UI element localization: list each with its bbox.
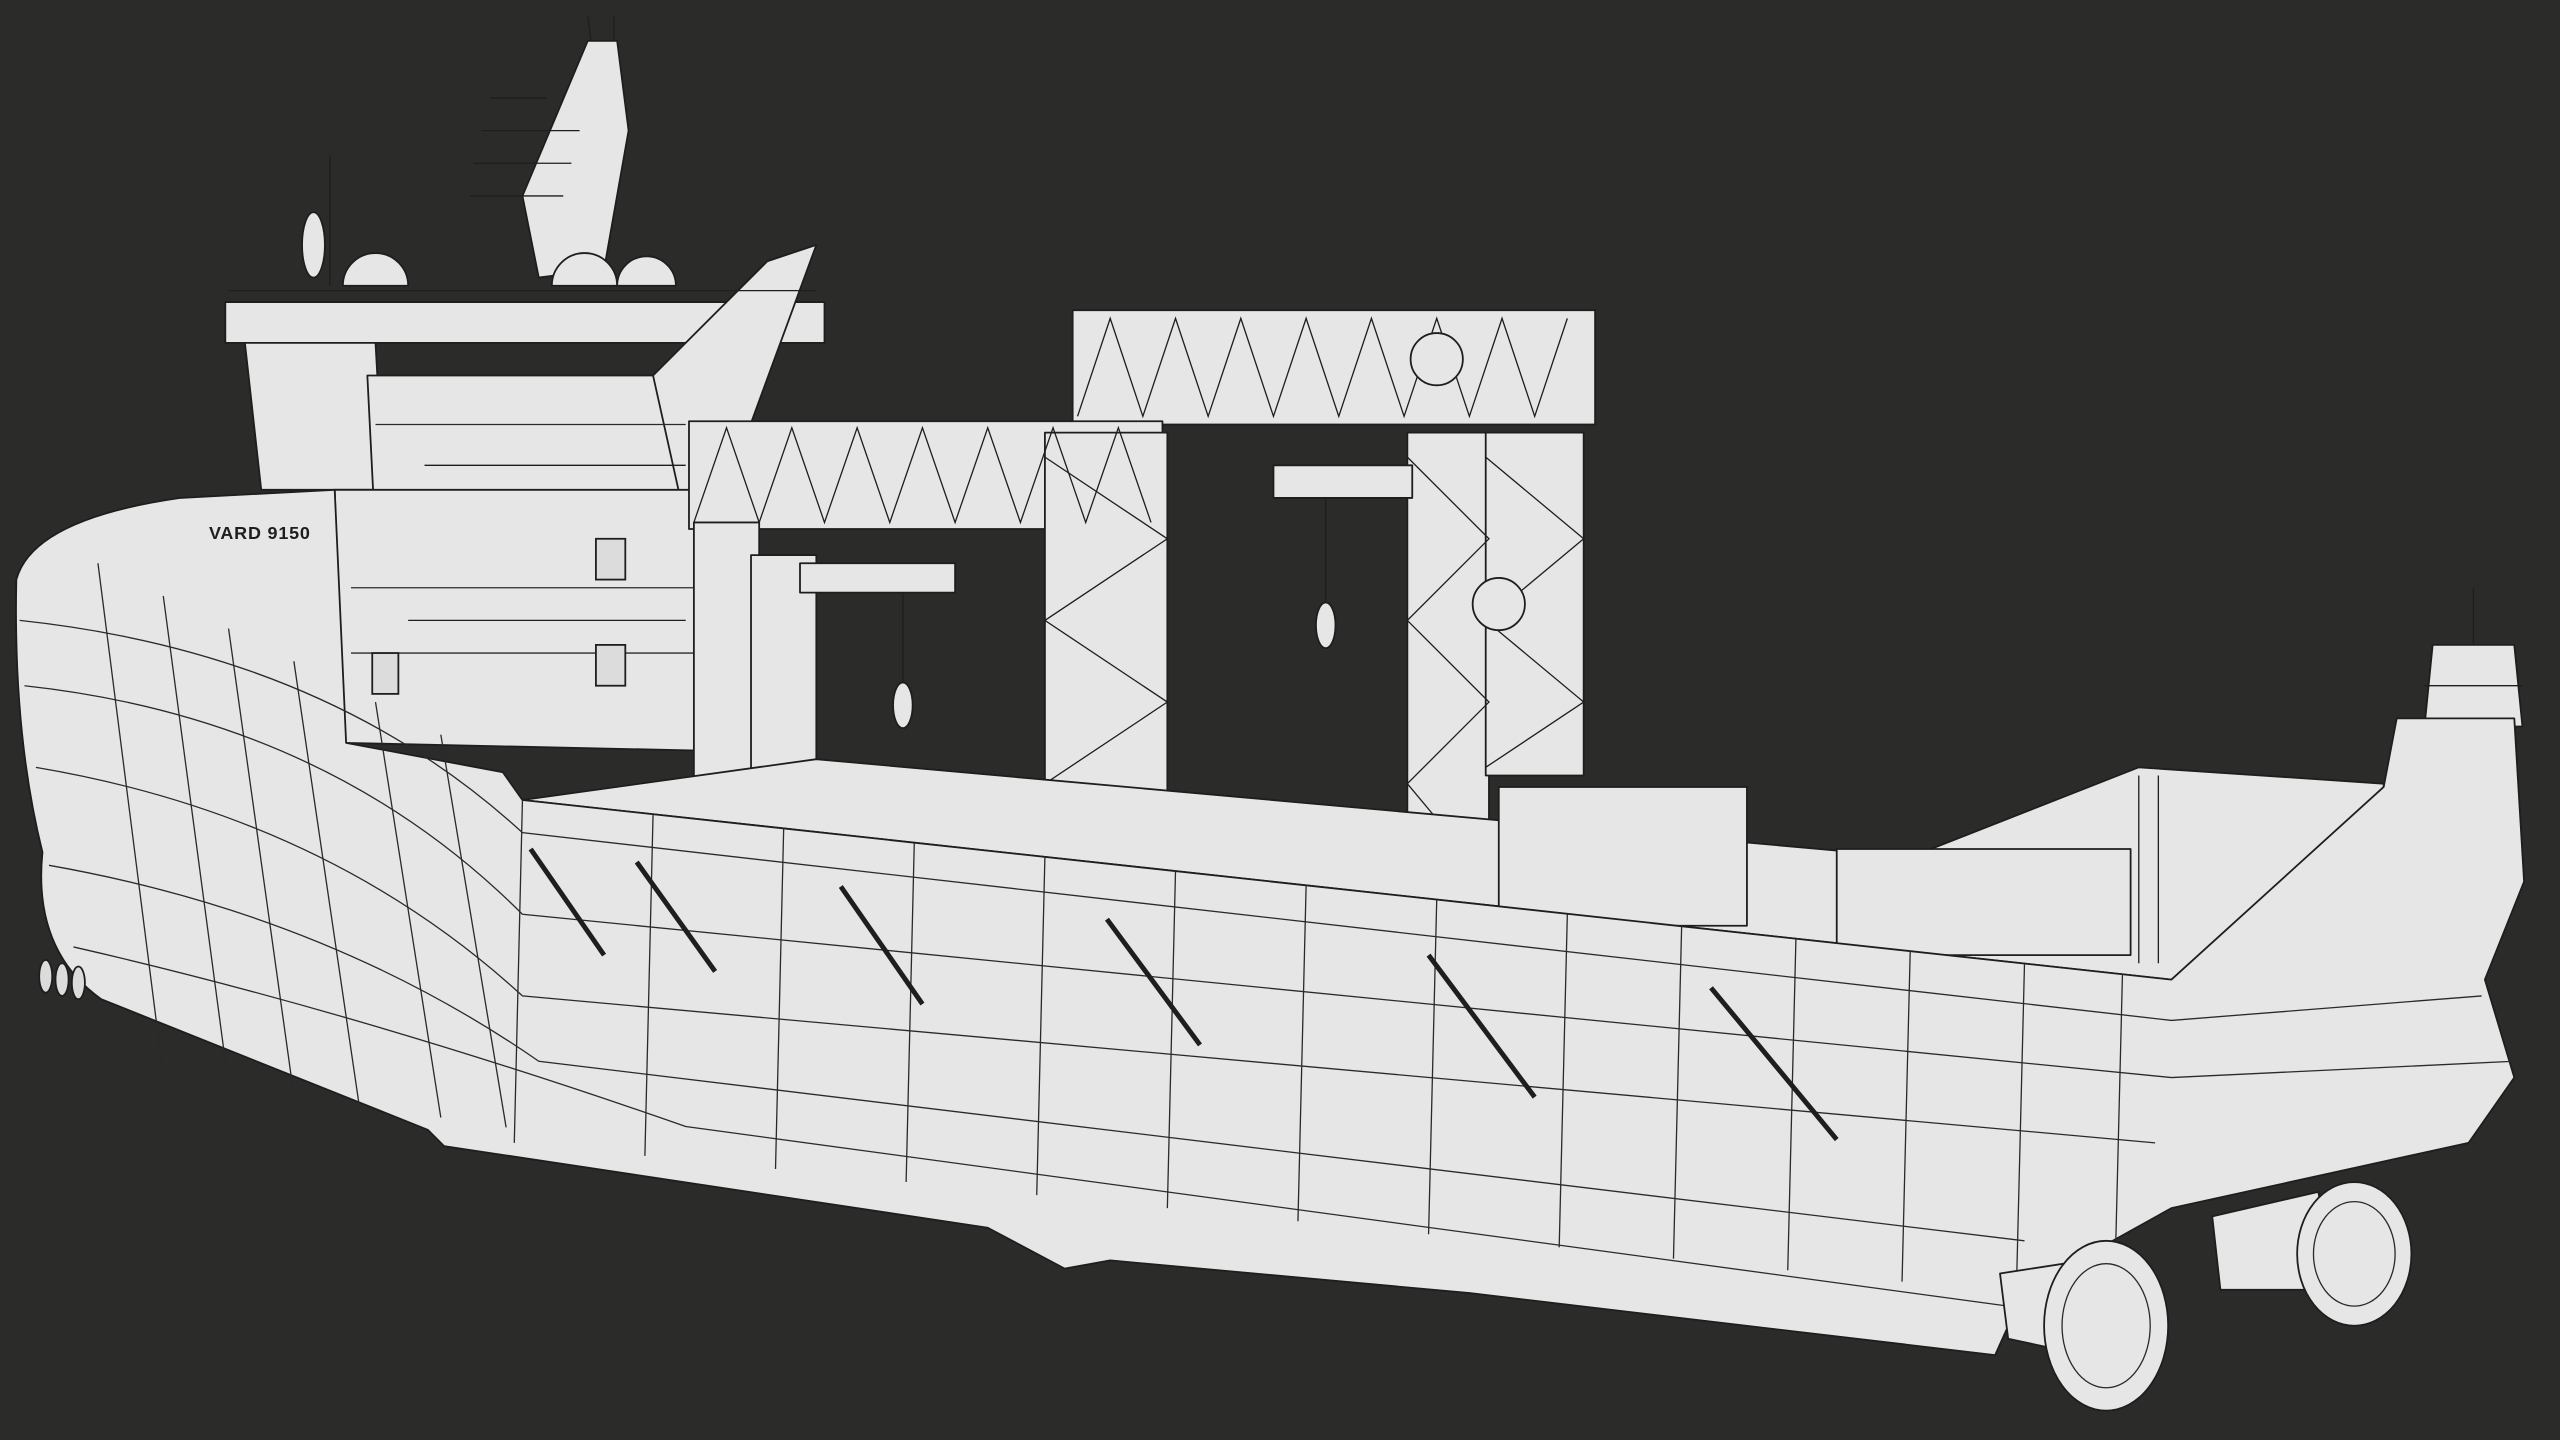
hull-name-lettering: VARD 9150 bbox=[209, 523, 311, 543]
stern-tower bbox=[2423, 587, 2524, 728]
mast bbox=[329, 16, 630, 286]
ship-wireframe-render: VARD 9150 bbox=[15, 16, 2525, 1412]
radar-domes bbox=[301, 211, 677, 287]
